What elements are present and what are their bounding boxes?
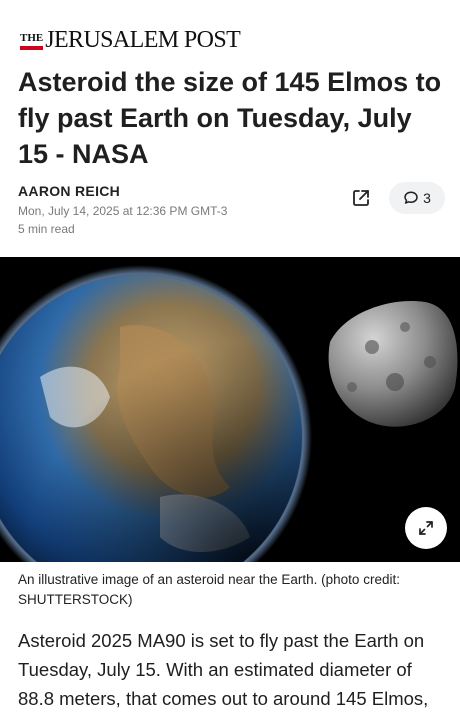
share-button[interactable] (345, 182, 377, 214)
image-caption: An illustrative image of an asteroid nea… (18, 572, 400, 607)
comments-button[interactable]: 3 (389, 182, 445, 214)
expand-image-button[interactable] (405, 507, 447, 549)
byline: AARON REICH Mon, July 14, 2025 at 12:36 … (18, 182, 227, 237)
read-time: 5 min read (18, 222, 75, 236)
comment-count: 3 (423, 190, 431, 206)
share-external-icon (353, 190, 369, 206)
expand-arrows-icon (419, 521, 433, 535)
author-name[interactable]: AARON REICH (18, 182, 227, 200)
logo-the: THE (20, 33, 44, 52)
earth-and-asteroid-illustration (0, 257, 460, 562)
publish-date: Mon, July 14, 2025 at 12:36 PM GMT-3 (18, 204, 228, 218)
logo-name: JERUSALEM POST (45, 27, 241, 53)
article-body-paragraph: Asteroid 2025 MA90 is set to fly past th… (18, 630, 429, 709)
article-headline: Asteroid the size of 145 Elmos to fly pa… (18, 67, 442, 169)
comment-bubble-icon (404, 191, 418, 204)
publisher-logo[interactable]: THE JERUSALEM POST (20, 22, 241, 53)
article-hero-image[interactable] (0, 257, 460, 562)
